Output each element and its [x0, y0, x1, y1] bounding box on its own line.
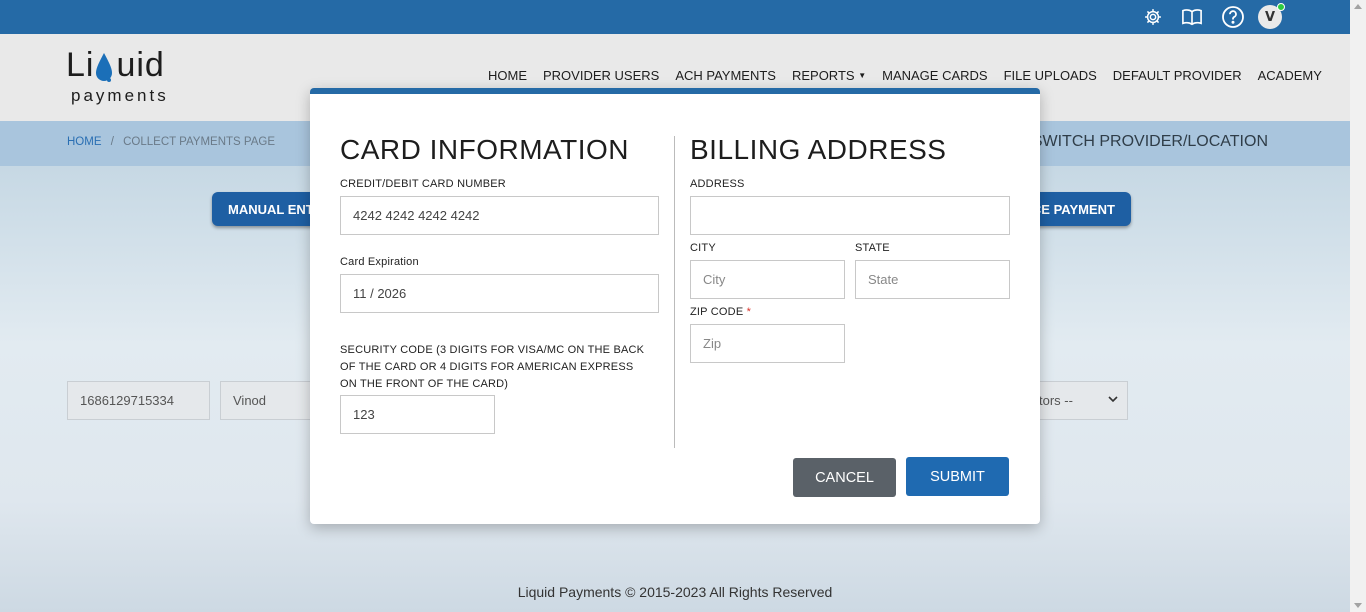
breadcrumb-current: COLLECT PAYMENTS PAGE: [123, 136, 275, 148]
nav-item-ach-payments[interactable]: ACH PAYMENTS: [675, 68, 776, 83]
nav-item-provider-users[interactable]: PROVIDER USERS: [543, 68, 659, 83]
switch-provider-link[interactable]: SWITCH PROVIDER/LOCATION: [1032, 133, 1268, 151]
security-code-label: SECURITY CODE (3 DIGITS FOR VISA/MC ON T…: [340, 344, 645, 390]
nav-item-default-provider[interactable]: DEFAULT PROVIDER: [1113, 68, 1242, 83]
avatar[interactable]: V: [1258, 3, 1285, 29]
submit-button[interactable]: SUBMIT: [906, 457, 1009, 496]
gear-icon[interactable]: [1141, 5, 1165, 29]
security-code-input[interactable]: [340, 395, 495, 434]
city-label: CITY: [690, 242, 716, 254]
cancel-button[interactable]: CANCEL: [793, 458, 896, 497]
nav-item-academy[interactable]: ACADEMY: [1258, 68, 1322, 83]
chevron-down-icon: [1107, 393, 1119, 408]
card-number-input[interactable]: [340, 196, 659, 235]
card-number-label: CREDIT/DEBIT CARD NUMBER: [340, 178, 506, 190]
billing-address-title: BILLING ADDRESS: [690, 134, 947, 165]
scroll-down-arrow-icon[interactable]: [1354, 603, 1362, 608]
page-scrollbar[interactable]: [1350, 0, 1366, 612]
breadcrumb-separator: /: [110, 136, 114, 148]
zip-code-label: ZIP CODE *: [690, 304, 751, 321]
nav-item-file-uploads[interactable]: FILE UPLOADS: [1004, 68, 1097, 83]
required-marker: *: [746, 306, 752, 318]
state-label: STATE: [855, 242, 890, 254]
address-label: ADDRESS: [690, 178, 745, 190]
operators-select-value: tors --: [1039, 393, 1073, 408]
nav-item-reports[interactable]: REPORTS ▼: [792, 68, 866, 83]
state-input[interactable]: [855, 260, 1010, 299]
book-icon[interactable]: [1180, 5, 1204, 29]
caret-down-icon: ▼: [858, 71, 867, 80]
zip-code-label-text: ZIP CODE: [690, 306, 744, 318]
nav-item-manage-cards[interactable]: MANAGE CARDS: [882, 68, 987, 83]
online-status-dot: [1277, 3, 1285, 11]
top-bar: V: [0, 0, 1350, 34]
logo[interactable]: Li uid payments: [66, 46, 191, 108]
scroll-up-arrow-icon[interactable]: [1354, 4, 1362, 9]
logo-subtitle: payments: [71, 86, 169, 105]
main-nav: HOME PROVIDER USERS ACH PAYMENTS REPORTS…: [488, 68, 1322, 83]
logo-word: Li uid: [66, 46, 165, 85]
address-input[interactable]: [690, 196, 1010, 235]
breadcrumb-home[interactable]: HOME: [67, 136, 102, 148]
card-expiration-label: Card Expiration: [340, 256, 419, 268]
reference-field[interactable]: 1686129715334: [67, 381, 210, 420]
section-divider: [674, 136, 675, 448]
breadcrumb: HOME / COLLECT PAYMENTS PAGE: [67, 136, 275, 148]
footer-copyright: Liquid Payments © 2015-2023 All Rights R…: [517, 584, 833, 600]
name-field[interactable]: Vinod: [220, 381, 320, 420]
help-icon[interactable]: [1221, 5, 1245, 29]
zip-code-input[interactable]: [690, 324, 845, 363]
card-info-title: CARD INFORMATION: [340, 134, 630, 165]
card-expiration-input[interactable]: [340, 274, 659, 313]
card-payment-modal: CARD INFORMATION CREDIT/DEBIT CARD NUMBE…: [310, 88, 1040, 524]
nav-item-reports-label: REPORTS: [791, 68, 855, 83]
nav-item-home[interactable]: HOME: [488, 68, 527, 83]
avatar-initial: V: [1264, 9, 1276, 25]
city-input[interactable]: [690, 260, 845, 299]
